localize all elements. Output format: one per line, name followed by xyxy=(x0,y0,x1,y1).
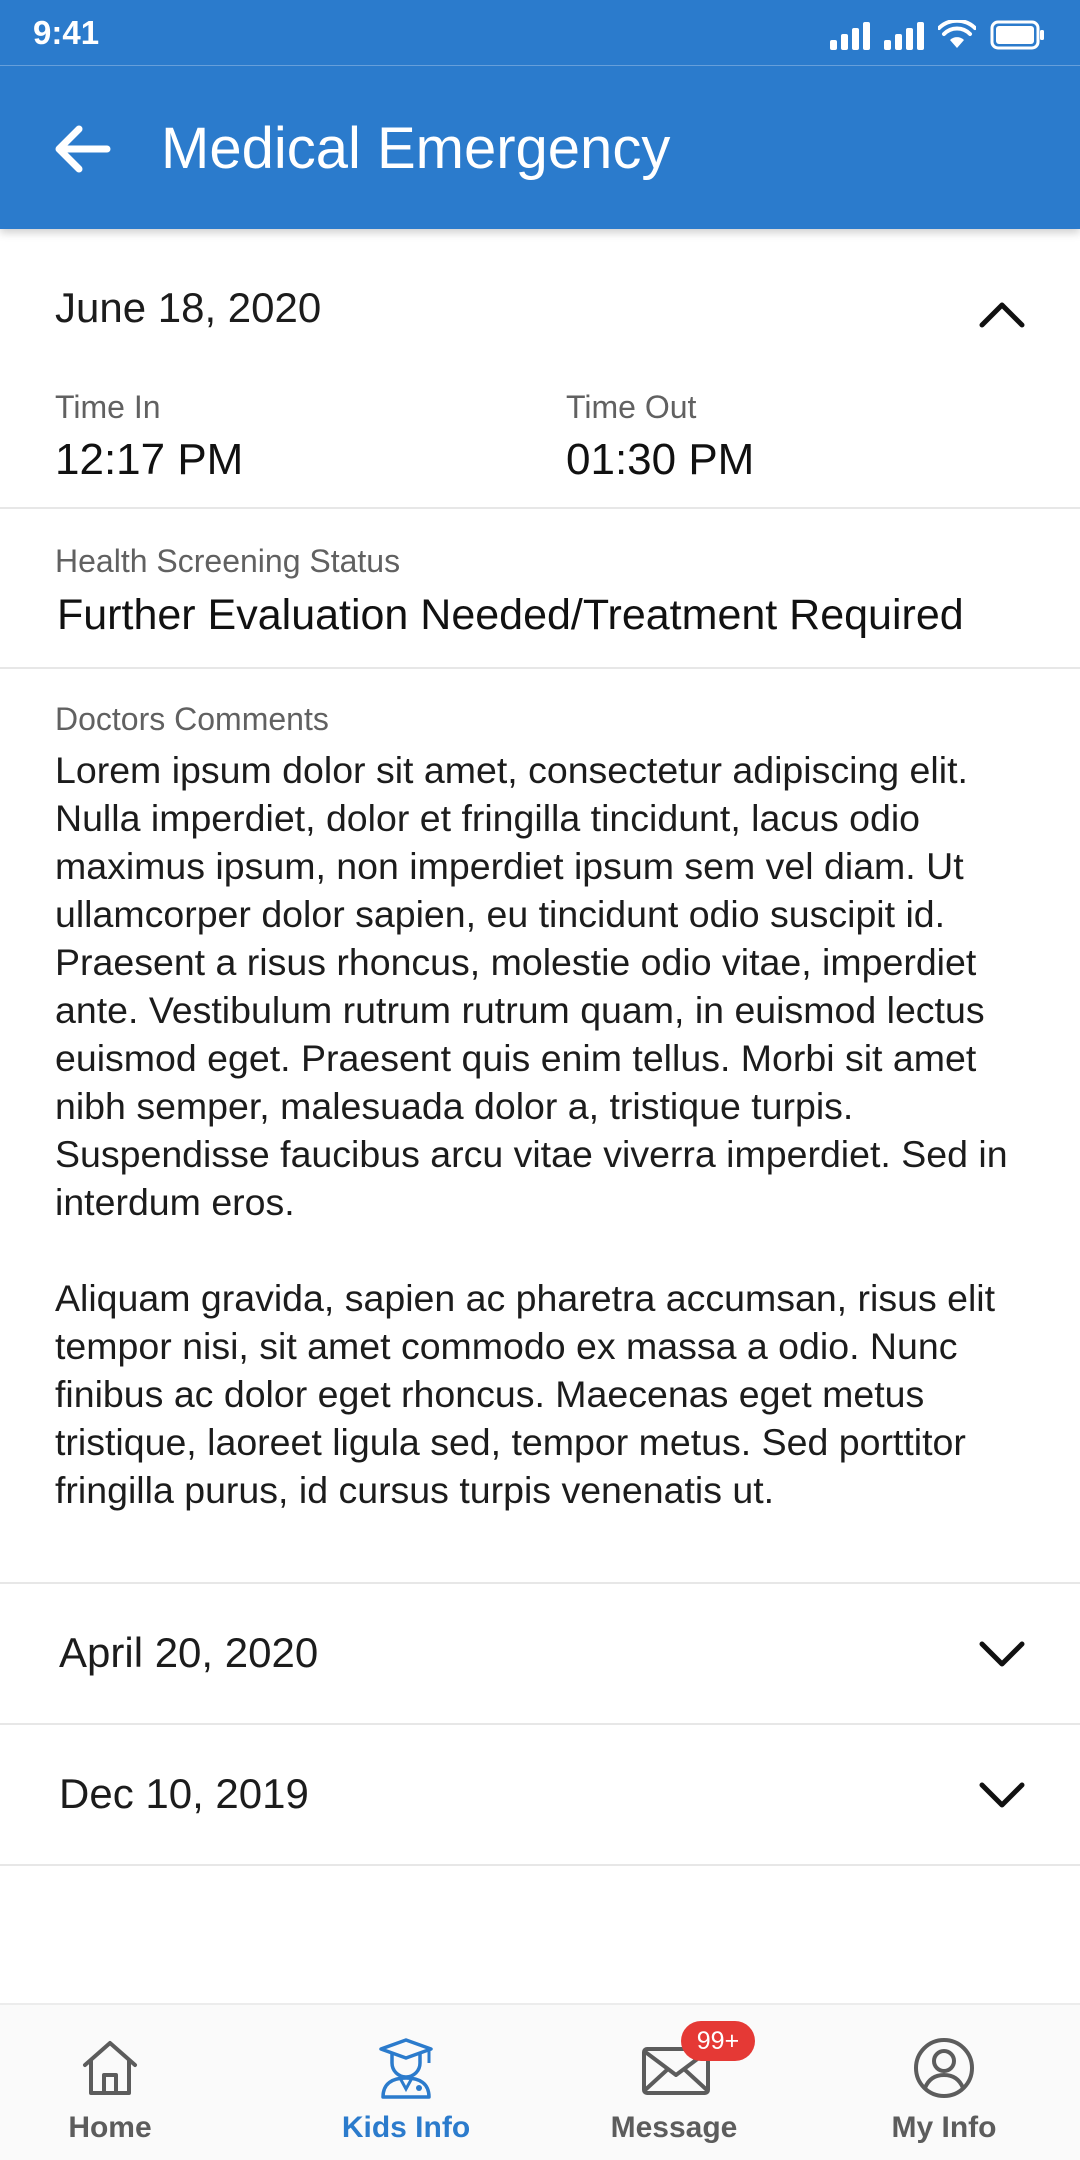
health-screening-label: Health Screening Status xyxy=(55,543,401,579)
time-in-value: 12:17 PM xyxy=(55,435,244,484)
nav-label-home: Home xyxy=(68,2111,152,2144)
bottom-navigation: Home Kids Info 99+ Message My Info xyxy=(0,2003,1080,2160)
doctors-comments-label: Doctors Comments xyxy=(55,701,329,737)
cellular-signal-icon xyxy=(884,20,924,50)
record-expanded: June 18, 2020 Time In 12:17 PM Time Out … xyxy=(0,229,1080,1584)
unread-badge: 99+ xyxy=(681,2021,755,2061)
time-out-label: Time Out xyxy=(566,389,697,425)
comments-paragraph: Lorem ipsum dolor sit amet, consectetur … xyxy=(55,749,1008,1223)
record-date: June 18, 2020 xyxy=(55,284,322,331)
back-button[interactable] xyxy=(44,111,120,187)
nav-label-my-info: My Info xyxy=(891,2111,997,2144)
status-time: 9:41 xyxy=(33,14,100,51)
status-icons xyxy=(830,16,1046,50)
time-in-label: Time In xyxy=(55,389,161,425)
chevron-down-icon[interactable] xyxy=(976,1628,1028,1680)
time-out-value: 01:30 PM xyxy=(566,435,755,484)
nav-label-message: Message xyxy=(610,2111,738,2144)
record-collapsed[interactable]: Dec 10, 2019 xyxy=(0,1725,1080,1866)
time-out: Time Out 01:30 PM xyxy=(566,387,754,488)
user-icon xyxy=(914,2038,974,2098)
graduate-icon xyxy=(379,2038,433,2099)
chevron-up-icon[interactable] xyxy=(976,289,1028,341)
time-row: Time In 12:17 PM Time Out 01:30 PM xyxy=(0,379,1080,509)
record-date: April 20, 2020 xyxy=(59,1629,319,1676)
status-bar: 9:41 xyxy=(0,0,1080,66)
home-icon xyxy=(83,2041,137,2095)
time-in: Time In 12:17 PM xyxy=(55,387,243,488)
wifi-icon xyxy=(938,20,976,48)
comments-paragraph: Aliquam gravida, sapien ac pharetra accu… xyxy=(55,1277,996,1511)
record-collapsed[interactable]: April 20, 2020 xyxy=(0,1584,1080,1725)
nav-my-info[interactable]: My Info xyxy=(844,2005,1044,2160)
doctors-comments-text: Lorem ipsum dolor sit amet, consectetur … xyxy=(55,746,1055,1514)
mail-icon-wrap: 99+ xyxy=(641,2021,755,2101)
doctors-comments: Doctors Comments Lorem ipsum dolor sit a… xyxy=(0,669,1080,1584)
records-list: June 18, 2020 Time In 12:17 PM Time Out … xyxy=(0,229,1080,1866)
record-date: Dec 10, 2019 xyxy=(59,1770,309,1817)
app-bar: 9:41 Medical Emergency xyxy=(0,0,1080,229)
toolbar: Medical Emergency xyxy=(0,66,1080,229)
arrow-left-icon xyxy=(55,125,111,173)
nav-message[interactable]: 99+ Message xyxy=(574,2005,774,2160)
page-title: Medical Emergency xyxy=(161,116,671,181)
nav-home[interactable]: Home xyxy=(10,2005,210,2160)
battery-icon xyxy=(990,20,1044,50)
nav-label-kids-info: Kids Info xyxy=(341,2111,471,2144)
nav-kids-info[interactable]: Kids Info xyxy=(306,2005,506,2160)
record-header[interactable]: June 18, 2020 xyxy=(0,229,1080,379)
health-screening-value: Further Evaluation Needed/Treatment Requ… xyxy=(57,591,964,639)
chevron-down-icon[interactable] xyxy=(976,1769,1028,1821)
cellular-signal-icon xyxy=(830,20,870,50)
health-screening: Health Screening Status Further Evaluati… xyxy=(0,509,1080,669)
